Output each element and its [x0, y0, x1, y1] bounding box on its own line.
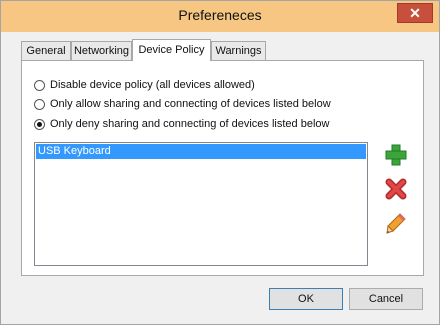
radio-label: Disable device policy (all devices allow…: [50, 79, 255, 91]
radio-disable-policy[interactable]: Disable device policy (all devices allow…: [34, 77, 255, 93]
radio-label: Only allow sharing and connecting of dev…: [50, 98, 331, 110]
window-title: Prefereneces: [178, 7, 262, 23]
remove-device-button[interactable]: [384, 177, 408, 201]
list-item[interactable]: USB Keyboard: [36, 144, 366, 159]
preferences-window: Prefereneces ✕ General Networking Device…: [0, 0, 440, 325]
device-policy-panel: Disable device policy (all devices allow…: [21, 60, 424, 276]
tab-warnings[interactable]: Warnings: [211, 41, 266, 60]
radio-button[interactable]: [34, 79, 45, 91]
radio-button[interactable]: [34, 118, 45, 130]
edit-device-button[interactable]: [384, 211, 408, 235]
x-icon: [385, 178, 407, 200]
cancel-button[interactable]: Cancel: [349, 288, 423, 310]
radio-deny-listed[interactable]: Only deny sharing and connecting of devi…: [34, 116, 329, 132]
add-device-button[interactable]: [384, 143, 408, 167]
close-button[interactable]: ✕: [397, 3, 433, 23]
tab-general[interactable]: General: [21, 41, 71, 60]
title-bar[interactable]: Prefereneces ✕: [1, 1, 439, 32]
radio-label: Only deny sharing and connecting of devi…: [50, 118, 330, 130]
device-list[interactable]: USB Keyboard: [34, 142, 368, 266]
radio-allow-listed[interactable]: Only allow sharing and connecting of dev…: [34, 96, 331, 112]
plus-icon: [385, 144, 407, 166]
close-icon: ✕: [409, 5, 421, 21]
ok-button[interactable]: OK: [269, 288, 343, 310]
tab-device-policy[interactable]: Device Policy: [132, 39, 211, 61]
pencil-icon: [386, 213, 406, 234]
tab-networking[interactable]: Networking: [71, 41, 132, 60]
radio-button[interactable]: [34, 98, 45, 110]
